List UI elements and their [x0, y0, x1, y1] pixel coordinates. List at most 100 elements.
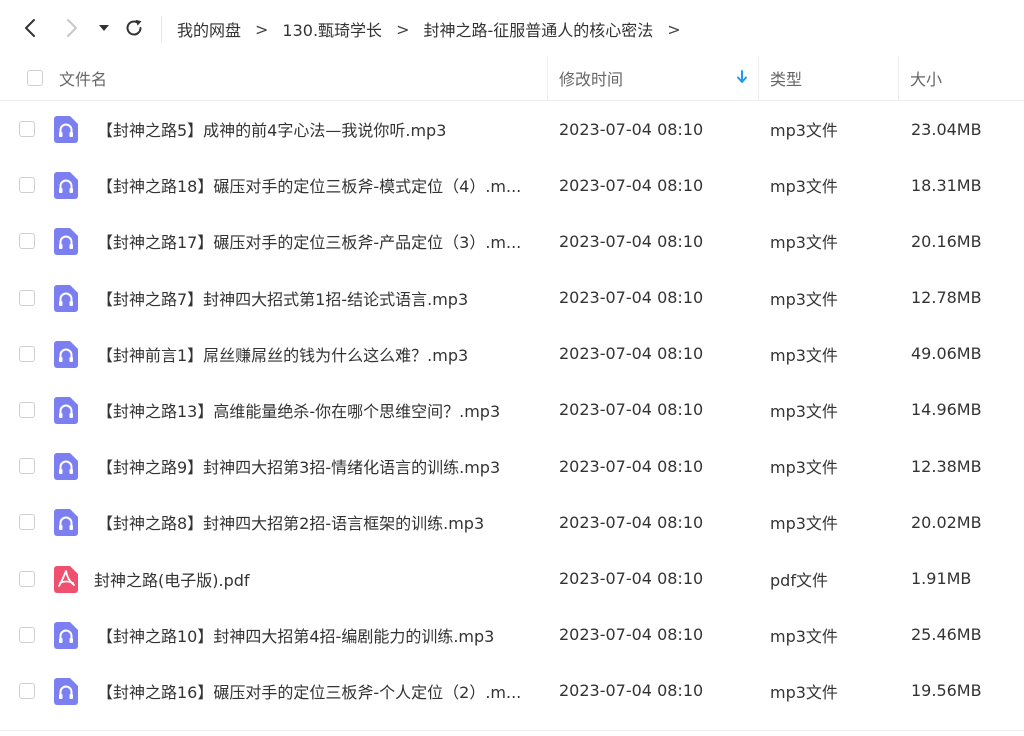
file-modified-time: 2023-07-04 08:10 [559, 231, 704, 251]
file-name[interactable]: 【封神之路18】碾压对手的定位三板斧-模式定位（4）.m... [97, 157, 521, 213]
file-checkbox[interactable] [19, 121, 35, 137]
file-row[interactable]: 【封神之路9】封神四大招第3招-情绪化语言的训练.mp3 2023-07-04 0… [0, 438, 1024, 494]
file-row[interactable]: 【封神之路18】碾压对手的定位三板斧-模式定位（4）.m... 2023-07-0… [0, 157, 1024, 213]
file-modified-time: 2023-07-04 08:10 [559, 456, 704, 476]
file-size: 12.38MB [911, 456, 982, 476]
column-header-name[interactable]: 文件名 [59, 56, 107, 100]
audio-icon [54, 228, 78, 256]
file-name[interactable]: 【封神之路9】封神四大招第3招-情绪化语言的训练.mp3 [97, 438, 500, 494]
audio-icon [54, 340, 78, 368]
column-divider [758, 56, 759, 100]
file-row[interactable]: 【封神前言1】屌丝赚屌丝的钱为什么这么难？.mp3 2023-07-04 08:1… [0, 326, 1024, 382]
file-size: 20.02MB [911, 512, 982, 532]
breadcrumb-item-folder[interactable]: 130.甄琦学长 [282, 17, 382, 41]
file-type: mp3文件 [770, 514, 838, 534]
pdf-icon [54, 565, 78, 593]
file-name[interactable]: 【封神之路8】封神四大招第2招-语言框架的训练.mp3 [97, 494, 484, 550]
file-modified-time: 2023-07-04 08:10 [559, 400, 704, 420]
caret-down-icon [99, 25, 109, 31]
audio-icon [54, 396, 78, 424]
file-type: mp3文件 [770, 401, 838, 421]
file-checkbox[interactable] [19, 626, 35, 643]
file-type: mp3文件 [770, 626, 838, 646]
column-header-type[interactable]: 类型 [770, 56, 802, 100]
file-checkbox[interactable] [19, 570, 35, 587]
column-divider [898, 56, 899, 100]
file-modified-time: 2023-07-04 08:10 [559, 175, 704, 195]
file-checkbox[interactable] [19, 458, 35, 475]
file-size: 23.04MB [911, 119, 982, 139]
file-row[interactable]: 【封神之路16】碾压对手的定位三板斧-个人定位（2）.m... 2023-07-0… [0, 663, 1024, 719]
audio-icon [54, 621, 78, 649]
column-header-modified[interactable]: 修改时间 [559, 56, 623, 100]
column-divider [547, 56, 548, 100]
file-name[interactable]: 【封神之路10】封神四大招第4招-编剧能力的训练.mp3 [97, 607, 494, 663]
file-row[interactable]: 【封神之路7】封神四大招式第1招-结论式语言.mp3 2023-07-04 08:… [0, 270, 1024, 326]
file-checkbox[interactable] [19, 514, 35, 531]
audio-icon [54, 453, 78, 481]
file-type: mp3文件 [770, 177, 838, 197]
breadcrumb-item-root[interactable]: 我的网盘 [177, 17, 241, 41]
file-size: 49.06MB [911, 344, 982, 364]
file-size: 1.91MB [911, 569, 972, 588]
file-modified-time: 2023-07-04 08:10 [559, 625, 704, 645]
file-checkbox[interactable] [19, 177, 35, 194]
audio-icon [54, 172, 78, 200]
file-type: mp3文件 [770, 289, 838, 309]
file-checkbox[interactable] [19, 682, 35, 699]
list-bottom-border [0, 730, 1024, 731]
refresh-button[interactable] [122, 16, 146, 40]
chevron-left-icon [25, 19, 35, 37]
file-size: 20.16MB [911, 231, 982, 251]
file-name[interactable]: 【封神之路5】成神的前4字心法—我说你听.mp3 [97, 101, 446, 157]
file-row[interactable]: 封神之路(电子版).pdf 2023-07-04 08:10 pdf文件 1.91MB [0, 551, 1024, 607]
file-checkbox[interactable] [19, 289, 35, 306]
toolbar-divider [161, 16, 162, 42]
sort-down-arrow-icon[interactable] [736, 69, 748, 85]
forward-button[interactable] [60, 16, 84, 40]
file-checkbox[interactable] [19, 401, 35, 418]
file-name[interactable]: 【封神之路16】碾压对手的定位三板斧-个人定位（2）.m... [97, 663, 521, 719]
file-size: 18.31MB [911, 175, 982, 195]
file-checkbox[interactable] [19, 345, 35, 362]
chevron-right-icon [67, 19, 77, 37]
file-modified-time: 2023-07-04 08:10 [559, 512, 704, 532]
file-type: mp3文件 [770, 345, 838, 365]
file-modified-time: 2023-07-04 08:10 [559, 569, 704, 588]
toolbar: 我的网盘 > 130.甄琦学长 > 封神之路-征服普通人的核心密法 > [0, 0, 1024, 56]
select-all-checkbox[interactable] [27, 56, 43, 100]
file-modified-time: 2023-07-04 08:10 [559, 288, 704, 308]
checkbox[interactable] [27, 70, 43, 86]
file-size: 25.46MB [911, 625, 982, 645]
file-list: 【封神之路5】成神的前4字心法—我说你听.mp3 2023-07-04 08:10… [0, 101, 1024, 719]
file-name[interactable]: 【封神前言1】屌丝赚屌丝的钱为什么这么难？.mp3 [97, 326, 468, 382]
audio-icon [54, 509, 78, 537]
back-button[interactable] [18, 16, 42, 40]
breadcrumb-separator: > [396, 19, 410, 39]
file-name[interactable]: 封神之路(电子版).pdf [94, 551, 250, 607]
file-name[interactable]: 【封神之路7】封神四大招式第1招-结论式语言.mp3 [97, 270, 468, 326]
breadcrumb: 我的网盘 > 130.甄琦学长 > 封神之路-征服普通人的核心密法 > [177, 16, 695, 42]
column-header-size[interactable]: 大小 [910, 56, 942, 100]
file-row[interactable]: 【封神之路10】封神四大招第4招-编剧能力的训练.mp3 2023-07-04 0… [0, 607, 1024, 663]
file-name[interactable]: 【封神之路17】碾压对手的定位三板斧-产品定位（3）.m... [97, 213, 521, 269]
file-name[interactable]: 【封神之路13】高维能量绝杀-你在哪个思维空间？.mp3 [97, 382, 500, 438]
file-size: 19.56MB [911, 681, 982, 701]
file-size: 14.96MB [911, 400, 982, 420]
file-list-header: 文件名 修改时间 类型 大小 [0, 56, 1024, 101]
audio-icon [54, 116, 78, 143]
file-row[interactable]: 【封神之路13】高维能量绝杀-你在哪个思维空间？.mp3 2023-07-04 0… [0, 382, 1024, 438]
history-dropdown-button[interactable] [93, 16, 115, 40]
breadcrumb-item-current[interactable]: 封神之路-征服普通人的核心密法 [423, 17, 653, 41]
file-type: mp3文件 [770, 233, 838, 253]
file-row[interactable]: 【封神之路17】碾压对手的定位三板斧-产品定位（3）.m... 2023-07-0… [0, 213, 1024, 269]
file-checkbox[interactable] [19, 233, 35, 250]
file-row[interactable]: 【封神之路5】成神的前4字心法—我说你听.mp3 2023-07-04 08:10… [0, 101, 1024, 157]
refresh-icon [126, 19, 142, 36]
breadcrumb-separator: > [255, 19, 269, 39]
audio-icon [54, 284, 78, 312]
breadcrumb-separator: > [667, 19, 681, 39]
file-modified-time: 2023-07-04 08:10 [559, 344, 704, 364]
file-type: mp3文件 [770, 458, 838, 478]
file-row[interactable]: 【封神之路8】封神四大招第2招-语言框架的训练.mp3 2023-07-04 08… [0, 494, 1024, 550]
